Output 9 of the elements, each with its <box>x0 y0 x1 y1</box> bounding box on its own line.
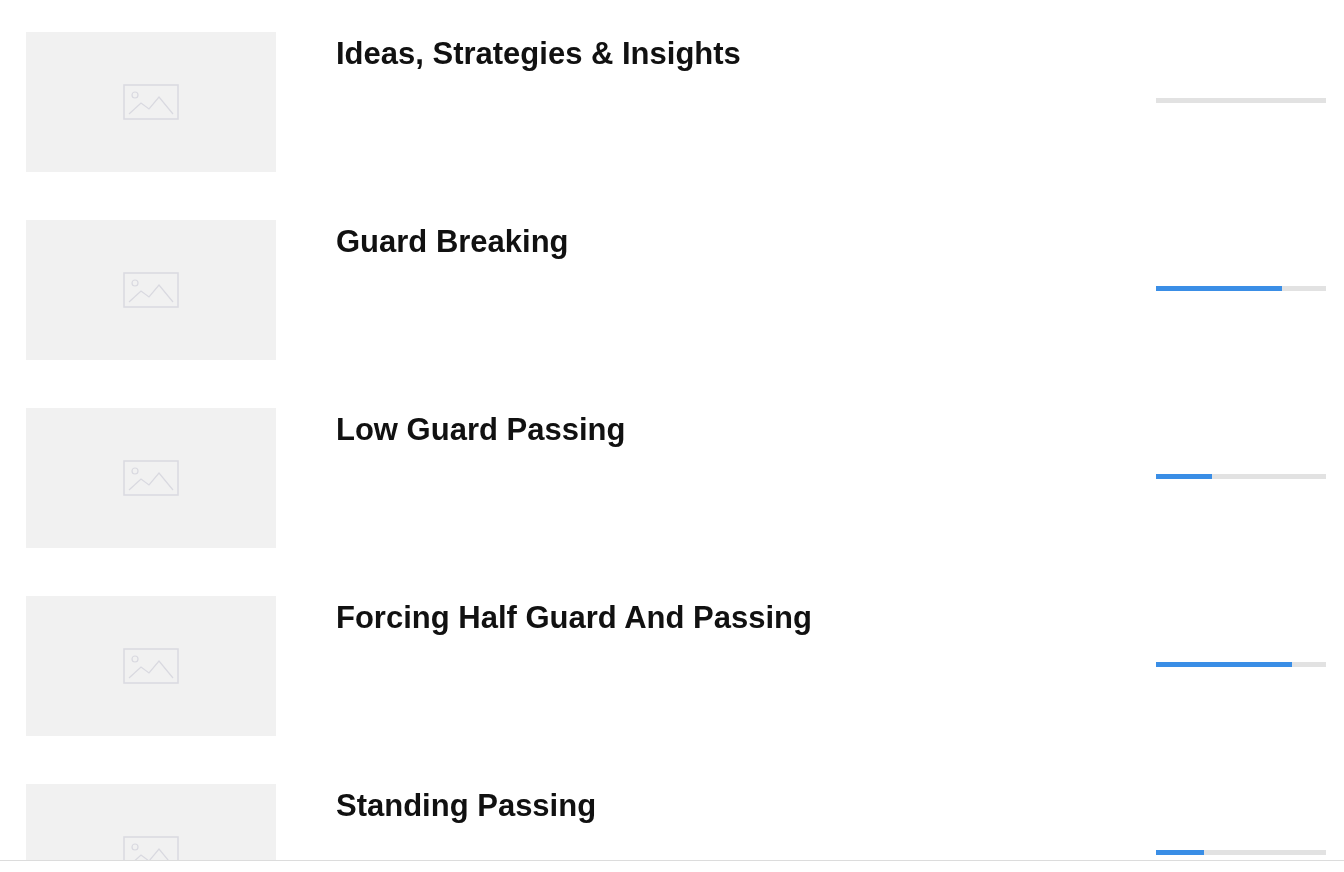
course-title[interactable]: Low Guard Passing <box>336 412 1156 448</box>
image-placeholder-icon <box>123 648 179 684</box>
course-title[interactable]: Ideas, Strategies & Insights <box>336 36 1156 72</box>
image-placeholder-icon <box>123 84 179 120</box>
image-placeholder-icon <box>123 460 179 496</box>
image-placeholder-icon <box>123 272 179 308</box>
course-title[interactable]: Standing Passing <box>336 788 1156 824</box>
course-title[interactable]: Forcing Half Guard And Passing <box>336 600 1156 636</box>
course-title[interactable]: Guard Breaking <box>336 224 1156 260</box>
